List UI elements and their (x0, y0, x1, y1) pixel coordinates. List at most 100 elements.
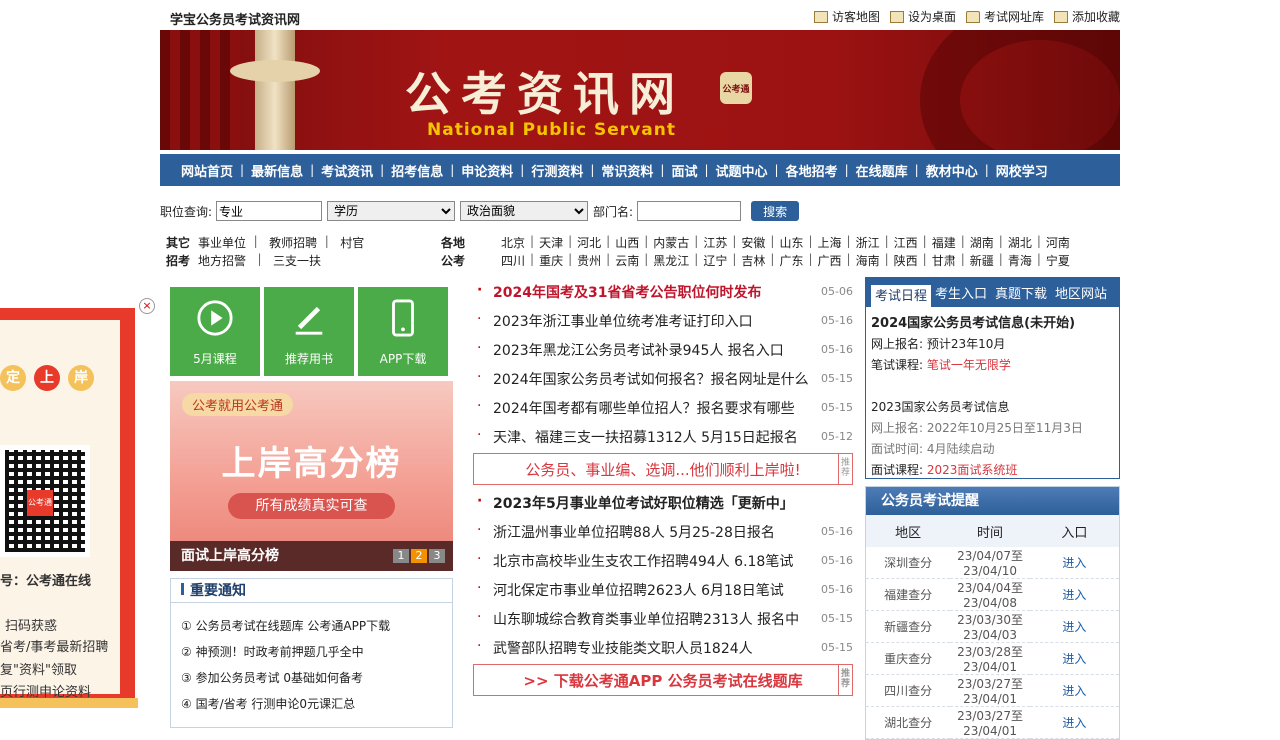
add-favorite-link[interactable]: 添加收藏 (1053, 8, 1120, 25)
link-sanzhi[interactable]: 三支一扶 (273, 252, 321, 269)
nav-aptitude[interactable]: 行测资料 (524, 161, 590, 180)
curtain-decoration (160, 30, 240, 150)
province-link[interactable]: 内蒙古 (648, 234, 694, 251)
promo-slider[interactable]: 公考就用公考通 上岸高分榜 所有成绩真实可查 面试上岸高分榜 1 2 3 (170, 381, 453, 571)
province-link[interactable]: 安徽 (736, 234, 770, 251)
notice-item[interactable]: ③ 参加公务员考试 0基础如何备考 (181, 669, 452, 695)
link-teacher[interactable]: 教师招聘 (269, 234, 317, 251)
notice-item[interactable]: ② 神预测！时政考前押题几乎全中 (181, 643, 452, 669)
floating-ad[interactable]: 定 上 岸 公考通 号：公考通在线 扫码获惑 省考/事考最新招聘 复"资料"领取… (0, 298, 155, 708)
pager-3[interactable]: 3 (429, 549, 445, 563)
news-item[interactable]: 河北保定市事业单位招聘2623人 6月18日笔试 05-16 (473, 575, 853, 604)
link-police[interactable]: 地方招警 (198, 252, 246, 269)
province-link[interactable]: 黑龙江 (648, 252, 694, 269)
banner-badge: 公考通 (720, 72, 752, 104)
nav-latest[interactable]: 最新信息 (244, 161, 310, 180)
province-link[interactable]: 青海 (1003, 252, 1037, 269)
nav-recruit[interactable]: 招考信息 (384, 161, 450, 180)
nav-online-bank[interactable]: 在线题库 (849, 161, 915, 180)
province-link[interactable]: 广西 (813, 252, 847, 269)
province-link[interactable]: 湖南 (965, 234, 999, 251)
enter-link[interactable]: 进入 (1029, 610, 1119, 643)
link-village[interactable]: 村官 (340, 234, 364, 251)
news-item[interactable]: 2023年浙江事业单位统考准考证打印入口 05-16 (473, 306, 853, 335)
set-desktop-link[interactable]: 设为桌面 (889, 8, 956, 25)
province-link[interactable]: 宁夏 (1041, 252, 1075, 269)
nav-general[interactable]: 常识资料 (594, 161, 660, 180)
province-link[interactable]: 四川 (496, 252, 530, 269)
news-item[interactable]: 山东聊城综合教育类事业单位招聘2313人 报名中 05-15 (473, 604, 853, 633)
province-link[interactable]: 山东 (774, 234, 808, 251)
search-button[interactable]: 搜索 (751, 201, 800, 221)
nav-home[interactable]: 网站首页 (174, 161, 240, 180)
news-item[interactable]: 天津、福建三支一扶招募1312人 5月15日起报名 05-12 (473, 422, 853, 451)
education-select[interactable]: 学历 (327, 201, 456, 221)
news-item[interactable]: 2024年国考都有哪些单位招人？报名要求有哪些 05-15 (473, 393, 853, 422)
reminder-header: 地区 时间 入口 (866, 515, 1119, 547)
pager-1[interactable]: 1 (393, 549, 409, 563)
enter-link[interactable]: 进入 (1029, 674, 1119, 707)
tab-regional[interactable]: 地区网站 (1051, 283, 1111, 307)
province-link[interactable]: 浙江 (851, 234, 885, 251)
province-link[interactable]: 福建 (927, 234, 961, 251)
tile-books[interactable]: 推荐用书 (264, 287, 354, 376)
news-item[interactable]: 2023年黑龙江公务员考试补录945人 报名入口 05-16 (473, 335, 853, 364)
province-link[interactable]: 江苏 (698, 234, 732, 251)
province-link[interactable]: 陕西 (889, 252, 923, 269)
news-item[interactable]: 武警部队招聘专业技能类文职人员1824人 05-15 (473, 633, 853, 662)
province-link[interactable]: 上海 (813, 234, 847, 251)
enter-link[interactable]: 进入 (1029, 578, 1119, 611)
interview-course-link[interactable]: 2023面试系统班 (927, 463, 1018, 477)
news-item[interactable]: 北京市高校毕业生支农工作招聘494人 6.18笔试 05-16 (473, 546, 853, 575)
headline-item[interactable]: 2023年5月事业单位考试好职位精选「更新中」 (473, 488, 853, 517)
enter-link[interactable]: 进入 (1029, 547, 1119, 579)
province-link[interactable]: 河北 (572, 234, 606, 251)
tab-download[interactable]: 真题下载 (991, 283, 1051, 307)
exam-url-link[interactable]: 考试网址库 (965, 8, 1044, 25)
province-link[interactable]: 海南 (851, 252, 885, 269)
province-link[interactable]: 天津 (534, 234, 568, 251)
province-link[interactable]: 新疆 (965, 252, 999, 269)
tile-app[interactable]: APP下载 (358, 287, 448, 376)
province-link[interactable]: 重庆 (534, 252, 568, 269)
link-public-institution[interactable]: 事业单位 (198, 234, 246, 251)
tile-may-course[interactable]: 5月课程 (170, 287, 260, 376)
province-link[interactable]: 广东 (774, 252, 808, 269)
news-item[interactable]: 2024年国考及31省省考公告职位何时发布 05-06 (473, 277, 853, 306)
politics-select[interactable]: 政治面貌 (460, 201, 589, 221)
pager-2[interactable]: 2 (411, 549, 427, 563)
nav-essay[interactable]: 申论资料 (454, 161, 520, 180)
province-link[interactable]: 辽宁 (698, 252, 732, 269)
major-input[interactable] (216, 201, 323, 221)
promo-slogan-2[interactable]: >> 下载公考通APP 公务员考试在线题库 推荐 (473, 664, 853, 696)
promo-slogan-1[interactable]: 公务员、事业编、选调...他们顺利上岸啦! 推荐 (473, 453, 853, 485)
province-link[interactable]: 甘肃 (927, 252, 961, 269)
province-link[interactable]: 贵州 (572, 252, 606, 269)
tab-entry[interactable]: 考生入口 (931, 283, 991, 307)
province-link[interactable]: 吉林 (736, 252, 770, 269)
nav-interview[interactable]: 面试 (664, 161, 704, 180)
news-date: 05-16 (821, 525, 853, 538)
visitor-map-link[interactable]: 访客地图 (813, 8, 880, 25)
province-link[interactable]: 山西 (610, 234, 644, 251)
tab-schedule[interactable]: 考试日程 (871, 283, 932, 307)
province-link[interactable]: 河南 (1041, 234, 1075, 251)
province-link[interactable]: 江西 (889, 234, 923, 251)
nav-textbook[interactable]: 教材中心 (919, 161, 985, 180)
nav-questions[interactable]: 试题中心 (709, 161, 775, 180)
province-link[interactable]: 湖北 (1003, 234, 1037, 251)
nav-school[interactable]: 网校学习 (989, 161, 1055, 180)
close-icon[interactable]: × (139, 298, 155, 314)
enter-link[interactable]: 进入 (1029, 706, 1119, 739)
enter-link[interactable]: 进入 (1029, 642, 1119, 675)
notice-item[interactable]: ① 公务员考试在线题库 公考通APP下载 (181, 617, 452, 643)
province-link[interactable]: 云南 (610, 252, 644, 269)
province-link[interactable]: 北京 (496, 234, 530, 251)
news-item[interactable]: 浙江温州事业单位招聘88人 5月25-28日报名 05-16 (473, 517, 853, 546)
news-item[interactable]: 2024年国家公务员考试如何报名？报名网址是什么 05-15 (473, 364, 853, 393)
nav-exam-news[interactable]: 考试资讯 (314, 161, 380, 180)
dept-input[interactable] (637, 201, 742, 221)
course-link[interactable]: 笔试一年无限学 (927, 358, 1011, 372)
notice-item[interactable]: ④ 国考/省考 行测申论0元课汇总 (181, 695, 452, 721)
nav-regional[interactable]: 各地招考 (779, 161, 845, 180)
